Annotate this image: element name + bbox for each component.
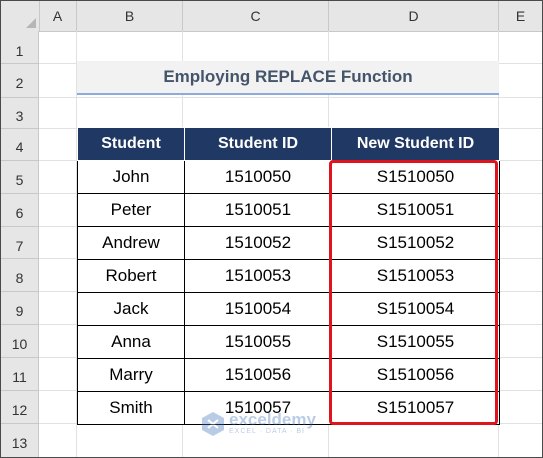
row-header-7[interactable]: 7: [1, 227, 39, 259]
cell-student[interactable]: Jack: [77, 292, 185, 326]
select-all-corner[interactable]: [1, 1, 40, 31]
cell-student[interactable]: John: [77, 160, 185, 194]
row-header-1[interactable]: 1: [1, 31, 39, 64]
cell-new-student-id[interactable]: S1510054: [331, 292, 500, 326]
spreadsheet-window: A B C D E 1 2 3 4 5 6 7 8 9 10 11 12 13 …: [0, 0, 543, 458]
table-header-row: Student Student ID New Student ID: [77, 127, 500, 161]
cell-new-student-id[interactable]: S1510057: [331, 391, 500, 425]
table-row: Peter 1510051 S1510051: [77, 193, 500, 227]
cell-student-id[interactable]: 1510053: [184, 259, 332, 293]
cell-new-student-id[interactable]: S1510051: [331, 193, 500, 227]
table-row: Marry 1510056 S1510056: [77, 358, 500, 392]
row-header-4[interactable]: 4: [1, 129, 39, 161]
table-row: John 1510050 S1510050: [77, 160, 500, 194]
header-student-id[interactable]: Student ID: [184, 127, 332, 161]
cell-student-id[interactable]: 1510057: [184, 391, 332, 425]
column-header-b[interactable]: B: [77, 1, 183, 31]
table-row: Andrew 1510052 S1510052: [77, 226, 500, 260]
cell-new-student-id[interactable]: S1510055: [331, 325, 500, 359]
cell-student-id[interactable]: 1510051: [184, 193, 332, 227]
cell-new-student-id[interactable]: S1510053: [331, 259, 500, 293]
cell-student-id[interactable]: 1510054: [184, 292, 332, 326]
column-header-e[interactable]: E: [499, 1, 542, 31]
row-header-11[interactable]: 11: [1, 358, 39, 391]
cell-student[interactable]: Marry: [77, 358, 185, 392]
student-table: Student Student ID New Student ID John 1…: [77, 127, 500, 425]
table-row: Jack 1510054 S1510054: [77, 292, 500, 326]
row-header-13[interactable]: 13: [1, 424, 39, 457]
table-row: Anna 1510055 S1510055: [77, 325, 500, 359]
row-header-10[interactable]: 10: [1, 325, 39, 358]
column-header-a[interactable]: A: [39, 1, 77, 31]
row-header-9[interactable]: 9: [1, 292, 39, 325]
cell-student[interactable]: Andrew: [77, 226, 185, 260]
page-title: Employing REPLACE Function: [163, 67, 413, 86]
cell-student[interactable]: Robert: [77, 259, 185, 293]
row-header-2[interactable]: 2: [1, 64, 39, 98]
cell-student[interactable]: Peter: [77, 193, 185, 227]
cell-student-id[interactable]: 1510052: [184, 226, 332, 260]
row-header-8[interactable]: 8: [1, 259, 39, 292]
table-row: Smith 1510057 S1510057: [77, 391, 500, 425]
table-row: Robert 1510053 S1510053: [77, 259, 500, 293]
cell-student-id[interactable]: 1510055: [184, 325, 332, 359]
cell-student[interactable]: Anna: [77, 325, 185, 359]
cell-new-student-id[interactable]: S1510056: [331, 358, 500, 392]
watermark-tagline: EXCEL · DATA · BI: [229, 428, 305, 435]
row-header-6[interactable]: 6: [1, 194, 39, 227]
header-student[interactable]: Student: [77, 127, 185, 161]
header-new-student-id[interactable]: New Student ID: [331, 127, 500, 161]
row-header-3[interactable]: 3: [1, 98, 39, 129]
column-header-c[interactable]: C: [183, 1, 329, 31]
cell-new-student-id[interactable]: S1510050: [331, 160, 500, 194]
column-header-d[interactable]: D: [329, 1, 499, 31]
cell-student-id[interactable]: 1510050: [184, 160, 332, 194]
row-header-5[interactable]: 5: [1, 161, 39, 194]
cell-student-id[interactable]: 1510056: [184, 358, 332, 392]
cell-student[interactable]: Smith: [77, 391, 185, 425]
row-header-12[interactable]: 12: [1, 391, 39, 424]
cell-new-student-id[interactable]: S1510052: [331, 226, 500, 260]
title-cell[interactable]: Employing REPLACE Function: [77, 61, 499, 95]
